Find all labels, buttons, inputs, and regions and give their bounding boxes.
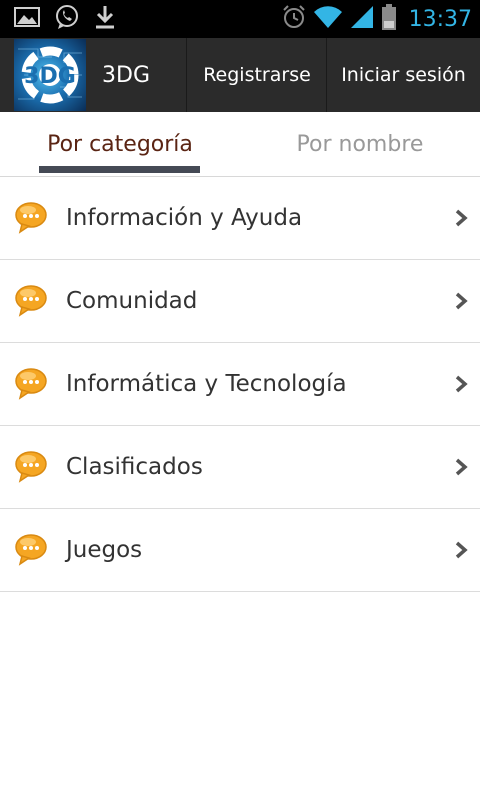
chat-bubble-icon xyxy=(14,366,48,400)
download-icon xyxy=(94,4,116,34)
list-item-label: Clasificados xyxy=(66,454,203,480)
app-home-button[interactable]: 3DG 3DG xyxy=(0,38,187,112)
chevron-right-icon xyxy=(454,457,468,477)
list-item-label: Informática y Tecnología xyxy=(66,371,347,397)
battery-icon xyxy=(381,3,397,35)
signal-icon xyxy=(349,4,375,34)
alarm-icon xyxy=(281,4,307,34)
chat-bubble-icon xyxy=(14,283,48,317)
clock: 13:37 xyxy=(408,6,472,32)
register-button[interactable]: Registrarse xyxy=(188,38,327,112)
app-logo: 3DG xyxy=(14,39,86,111)
list-item-label: Información y Ayuda xyxy=(66,205,303,231)
image-icon xyxy=(14,6,40,32)
list-item[interactable]: Información y Ayuda xyxy=(0,177,480,260)
selected-tab-indicator xyxy=(39,166,200,173)
list-item[interactable]: Comunidad xyxy=(0,260,480,343)
tab-bar: Por categoría Por nombre xyxy=(0,112,480,177)
category-list: Información y Ayuda Comunidad Informátic… xyxy=(0,177,480,592)
svg-text:3DG: 3DG xyxy=(24,64,76,89)
tab-by-name[interactable]: Por nombre xyxy=(240,112,480,176)
list-item-label: Comunidad xyxy=(66,288,198,314)
list-item[interactable]: Clasificados xyxy=(0,426,480,509)
list-item[interactable]: Juegos xyxy=(0,509,480,592)
chevron-right-icon xyxy=(454,291,468,311)
whatsapp-icon xyxy=(54,4,80,34)
notification-icons xyxy=(14,5,116,33)
action-bar: 3DG 3DG Registrarse Iniciar sesión xyxy=(0,38,480,113)
status-bar: 13:37 xyxy=(0,0,480,38)
chat-bubble-icon xyxy=(14,200,48,234)
list-item[interactable]: Informática y Tecnología xyxy=(0,343,480,426)
chevron-right-icon xyxy=(454,208,468,228)
chevron-right-icon xyxy=(454,540,468,560)
wifi-icon xyxy=(313,4,343,34)
login-button[interactable]: Iniciar sesión xyxy=(327,38,480,112)
chat-bubble-icon xyxy=(14,449,48,483)
chevron-right-icon xyxy=(454,374,468,394)
app-title: 3DG xyxy=(102,62,150,88)
system-icons: 13:37 xyxy=(281,0,472,38)
list-item-label: Juegos xyxy=(66,537,143,563)
chat-bubble-icon xyxy=(14,532,48,566)
